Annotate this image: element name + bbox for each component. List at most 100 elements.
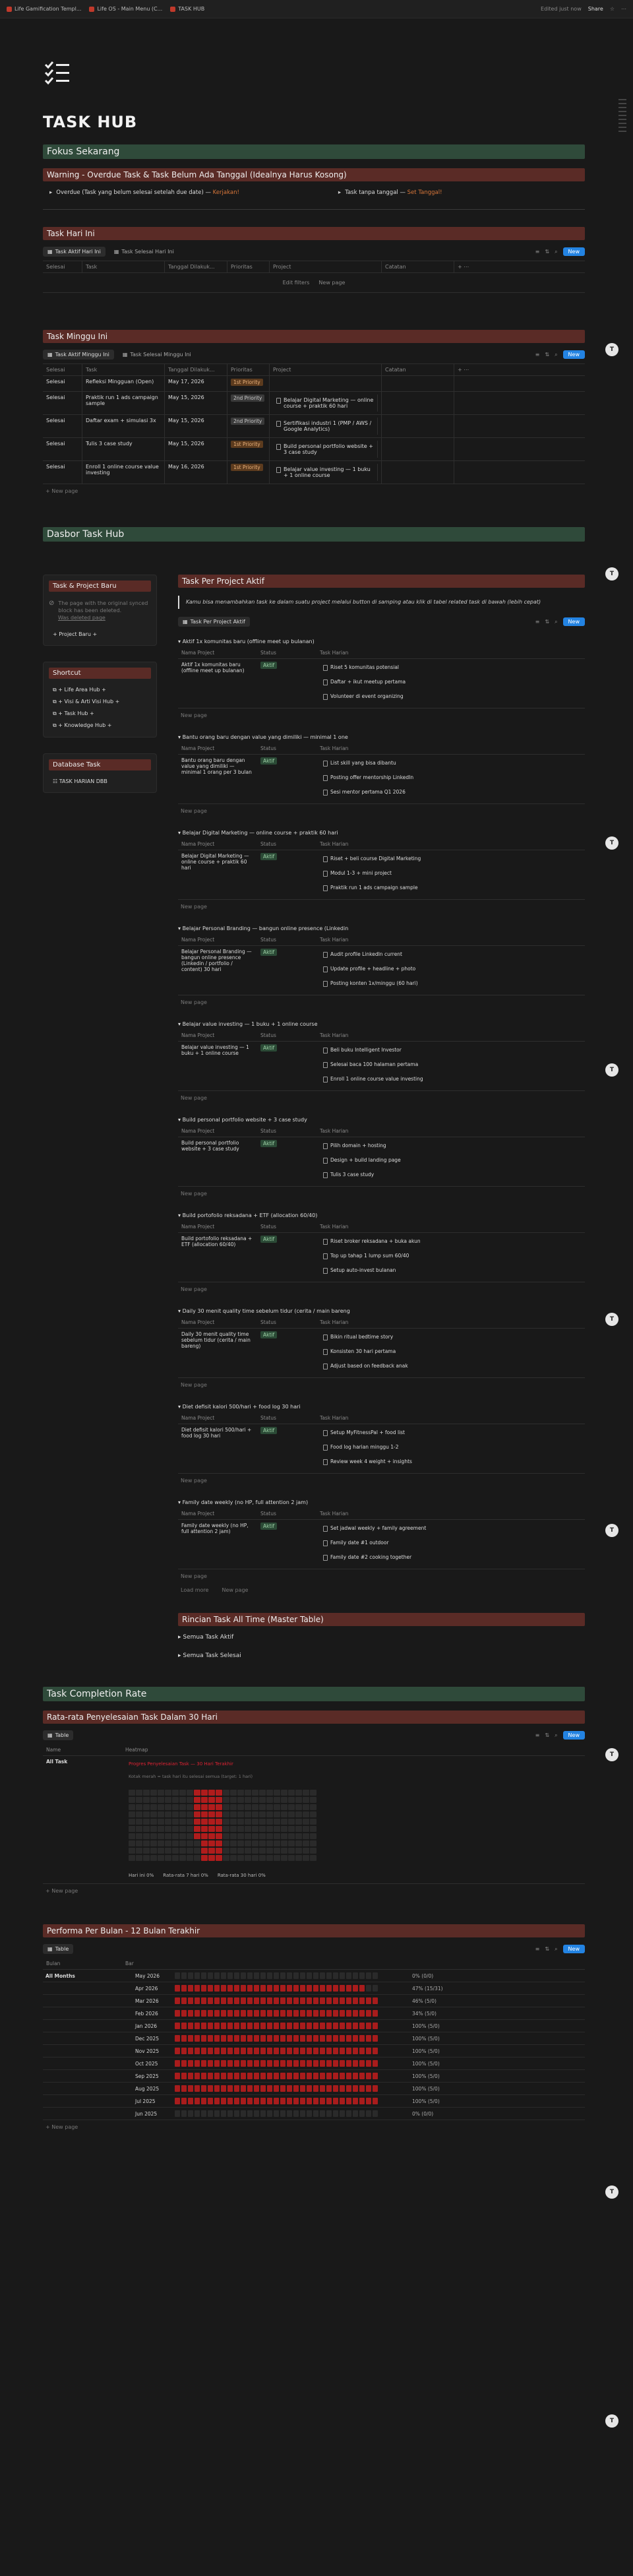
table-row[interactable]: Diet defisit kalori 500/hari + food log …	[178, 1424, 585, 1474]
table-row[interactable]: Jul 2025 100% (5/0)	[43, 2095, 585, 2108]
table-row[interactable]: Apr 2026 47% (15/31)	[43, 1982, 585, 1995]
cell-tasks[interactable]: Bikin ritual bedtime story Konsisten 30 h…	[316, 1329, 585, 1377]
col-header[interactable]: Name	[43, 1744, 122, 1755]
task-link[interactable]: Setup auto-invest bulanan	[320, 1265, 582, 1276]
cell-tasks[interactable]: Riset + beli course Digital Marketing Mod…	[316, 850, 585, 899]
shortcut-link[interactable]: ⧉ + Life Area Hub +	[49, 684, 151, 696]
table-row[interactable]: Oct 2025 100% (5/0)	[43, 2058, 585, 2070]
filter-icon[interactable]: ≡	[535, 352, 540, 358]
cell-project[interactable]: Build personal portfolio website + 3 cas…	[270, 438, 382, 460]
avatar[interactable]: T	[605, 836, 618, 850]
col-header[interactable]: Task Harian	[316, 1125, 585, 1137]
add-column[interactable]: + ⋯	[454, 261, 585, 272]
cell-project[interactable]: Sertifikasi industri 1 (PMP / AWS / Goog…	[270, 415, 382, 437]
task-link[interactable]: Riset broker reksadana + buka akun	[320, 1236, 582, 1247]
filter-icon[interactable]: ≡	[535, 619, 540, 625]
more-icon[interactable]: ⋯	[621, 6, 626, 12]
task-link[interactable]: Top up tahap 1 lump sum 60/40	[320, 1250, 582, 1262]
project-link[interactable]: Belajar value investing — 1 buku + 1 onl…	[273, 464, 378, 481]
task-link[interactable]: Design + build landing page	[320, 1154, 582, 1166]
group-title[interactable]: ▾ Daily 30 menit quality time sebelum ti…	[178, 1305, 585, 1317]
col-header[interactable]: Task Harian	[316, 1221, 585, 1232]
table-row[interactable]: Belajar Personal Branding — bangun onlin…	[178, 946, 585, 995]
avatar[interactable]: T	[605, 1524, 618, 1537]
cell-date[interactable]: May 15, 2026	[165, 392, 227, 414]
cell-task[interactable]: Enroll 1 online course value investing	[82, 461, 165, 484]
edit-filters-button[interactable]: Edit filters	[283, 280, 310, 286]
group-title[interactable]: ▾ Belajar Digital Marketing — online cou…	[178, 827, 585, 838]
task-link[interactable]: Bikin ritual bedtime story	[320, 1331, 582, 1343]
col-header[interactable]: Nama Project	[178, 647, 257, 658]
task-link[interactable]: Volunteer di event organizing	[320, 691, 582, 703]
col-header[interactable]: Status	[257, 647, 316, 658]
col-header[interactable]: Nama Project	[178, 934, 257, 945]
cell-date[interactable]: May 16, 2026	[165, 461, 227, 484]
task-link[interactable]: List skill yang bisa dibantu	[320, 757, 582, 769]
star-icon[interactable]: ☆	[610, 6, 615, 12]
avatar[interactable]: T	[605, 343, 618, 356]
task-link[interactable]: Family date #2 cooking together	[320, 1552, 582, 1563]
shortcut-link[interactable]: ⧉ + Knowledge Hub +	[49, 720, 151, 732]
cell-date[interactable]: May 15, 2026	[165, 415, 227, 437]
cell-note[interactable]	[382, 415, 454, 437]
new-button[interactable]: New	[562, 617, 585, 626]
nodate-toggle[interactable]: ▸ Task tanpa tanggal — Set Tanggal!	[338, 189, 442, 196]
cell-project-name[interactable]: Aktif 1x komunitas baru (offline meet up…	[178, 659, 257, 708]
cell-project[interactable]: Belajar Digital Marketing — online cours…	[270, 392, 382, 414]
table-row[interactable]: Nov 2025 100% (5/0)	[43, 2045, 585, 2058]
cell-note[interactable]	[382, 461, 454, 484]
col-header[interactable]: Status	[257, 934, 316, 945]
col-header[interactable]: Tanggal Dilakuk...	[165, 364, 227, 375]
task-link[interactable]: Riset + beli course Digital Marketing	[320, 853, 582, 865]
cell-status[interactable]: Aktif	[257, 659, 316, 708]
table-row[interactable]: Jan 2026 100% (5/0)	[43, 2020, 585, 2032]
col-header[interactable]: Catatan	[382, 364, 454, 375]
task-link[interactable]: Food log harian minggu 1-2	[320, 1441, 582, 1453]
col-header[interactable]: Bar	[122, 1958, 585, 1969]
rincian-toggle[interactable]: ▸ Semua Task Aktif	[178, 1631, 585, 1643]
breadcrumb-3[interactable]: TASK HUB	[170, 6, 204, 12]
filter-icon[interactable]: ≡	[535, 249, 540, 255]
project-link[interactable]: Sertifikasi industri 1 (PMP / AWS / Goog…	[273, 418, 378, 435]
new-page-button[interactable]: + New page	[43, 1884, 585, 1898]
cell-project-name[interactable]: Build personal portfolio website + 3 cas…	[178, 1137, 257, 1186]
col-header[interactable]: Selesai	[43, 261, 82, 272]
col-header[interactable]: Status	[257, 1317, 316, 1328]
new-button[interactable]: New	[562, 247, 585, 256]
col-header[interactable]: Task	[82, 364, 165, 375]
new-page-button[interactable]: New page	[178, 1091, 585, 1105]
task-link[interactable]: Posting offer mentorship LinkedIn	[320, 772, 582, 784]
new-group-button[interactable]: New page	[222, 1587, 248, 1593]
task-link[interactable]: Audit profile LinkedIn current	[320, 949, 582, 960]
cell-status[interactable]: Aktif	[257, 1233, 316, 1282]
table-row[interactable]: Selesai Daftar exam + simulasi 3x May 15, …	[43, 415, 585, 438]
deleted-page-link[interactable]: Was deleted page	[58, 614, 151, 621]
cell-project-name[interactable]: Diet defisit kalori 500/hari + food log …	[178, 1424, 257, 1473]
cell-tasks[interactable]: Riset 5 komunitas potensial Daftar + ikut…	[316, 659, 585, 708]
cell-project-name[interactable]: Belajar value investing — 1 buku + 1 onl…	[178, 1042, 257, 1090]
group-title[interactable]: ▾ Diet defisit kalori 500/hari + food lo…	[178, 1401, 585, 1412]
share-button[interactable]: Share	[588, 6, 603, 12]
cell-priority[interactable]: 2nd Priority	[227, 392, 270, 414]
table-row[interactable]: Jun 2025 0% (0/0)	[43, 2108, 585, 2120]
task-link[interactable]: Set jadwal weekly + family agreement	[320, 1523, 582, 1534]
cell-status[interactable]: Aktif	[257, 1424, 316, 1473]
table-row[interactable]: All Months May 2026 0% (0/0)	[43, 1970, 585, 1982]
col-header[interactable]: Project	[270, 261, 382, 272]
col-header[interactable]: Nama Project	[178, 1125, 257, 1137]
filter-icon[interactable]: ≡	[535, 1946, 540, 1952]
group-title[interactable]: ▾ Build personal portfolio website + 3 c…	[178, 1114, 585, 1125]
group-title[interactable]: ▾ Belajar Personal Branding — bangun onl…	[178, 923, 585, 934]
cell-status[interactable]: Aktif	[257, 1520, 316, 1569]
new-page-button[interactable]: New page	[178, 804, 585, 818]
new-button[interactable]: New	[562, 350, 585, 359]
cell-priority[interactable]: 1st Priority	[227, 438, 270, 460]
cell-selesai[interactable]: Selesai	[43, 392, 82, 414]
col-header[interactable]: Status	[257, 1508, 316, 1519]
tab-task-per-project[interactable]: ▦ Task Per Project Aktif	[178, 617, 250, 627]
project-baru-button[interactable]: + Project Baru +	[49, 629, 151, 640]
col-header[interactable]: Task Harian	[316, 1412, 585, 1424]
search-icon[interactable]: ⌕	[555, 352, 557, 358]
group-title[interactable]: ▾ Build portofolio reksadana + ETF (allo…	[178, 1210, 585, 1221]
table-row[interactable]: Sep 2025 100% (5/0)	[43, 2070, 585, 2083]
